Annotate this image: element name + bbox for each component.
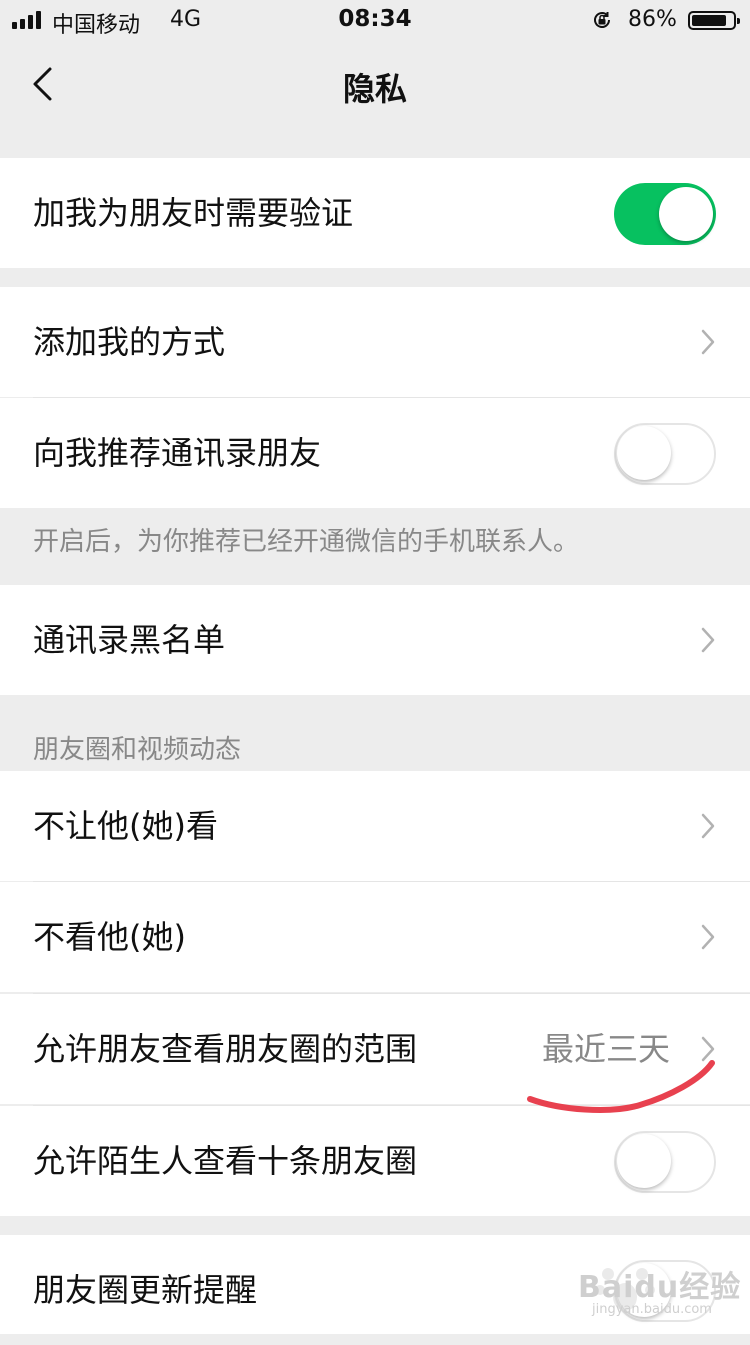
- chevron-right-icon: [701, 1036, 715, 1062]
- recommend-hint: 开启后，为你推荐已经开通微信的手机联系人。: [33, 527, 580, 557]
- battery-icon: [688, 11, 740, 30]
- row-label: 添加我的方式: [33, 323, 226, 361]
- row-label: 不看他(她): [33, 918, 186, 956]
- row-label: 向我推荐通讯录朋友: [33, 434, 322, 472]
- recommend-contacts-toggle[interactable]: [614, 423, 716, 485]
- contacts-blacklist-row[interactable]: 通讯录黑名单: [0, 585, 750, 695]
- nav-bar: 隐私: [0, 40, 750, 128]
- friend-verify-toggle[interactable]: [614, 183, 716, 245]
- toggle-knob: [659, 187, 713, 241]
- watermark-brand: Baidu经验: [578, 1270, 742, 1305]
- row-label: 允许朋友查看朋友圈的范围: [33, 1030, 418, 1068]
- row-label: 允许陌生人查看十条朋友圈: [33, 1142, 418, 1180]
- row-label: 不让他(她)看: [33, 807, 218, 845]
- battery-percentage: 86%: [628, 7, 677, 32]
- friend-verify-row[interactable]: 加我为朋友时需要验证: [0, 158, 750, 268]
- hide-their-posts-row[interactable]: 不看他(她): [0, 882, 750, 992]
- add-methods-row[interactable]: 添加我的方式: [0, 287, 750, 397]
- chevron-right-icon: [701, 329, 715, 355]
- stranger-view-toggle[interactable]: [614, 1131, 716, 1193]
- recommend-contacts-row[interactable]: 向我推荐通讯录朋友: [0, 398, 750, 508]
- status-bar: 中国移动 4G 08:34 86%: [0, 0, 750, 40]
- toggle-knob: [617, 1134, 671, 1188]
- orientation-lock-icon: [594, 12, 610, 28]
- moments-section-header: 朋友圈和视频动态: [33, 735, 242, 765]
- chevron-right-icon: [701, 813, 715, 839]
- moments-range-value: 最近三天: [541, 1030, 670, 1068]
- watermark-url: jingyan.baidu.com: [592, 1302, 712, 1317]
- hide-my-posts-row[interactable]: 不让他(她)看: [0, 771, 750, 881]
- row-label: 朋友圈更新提醒: [33, 1271, 258, 1309]
- moments-range-row[interactable]: 允许朋友查看朋友圈的范围 最近三天: [0, 994, 750, 1104]
- toggle-knob: [617, 426, 671, 480]
- row-label: 加我为朋友时需要验证: [33, 194, 354, 232]
- stranger-view-row[interactable]: 允许陌生人查看十条朋友圈: [0, 1106, 750, 1216]
- row-label: 通讯录黑名单: [33, 621, 226, 659]
- chevron-right-icon: [701, 627, 715, 653]
- chevron-right-icon: [701, 924, 715, 950]
- page-title: 隐私: [342, 70, 407, 108]
